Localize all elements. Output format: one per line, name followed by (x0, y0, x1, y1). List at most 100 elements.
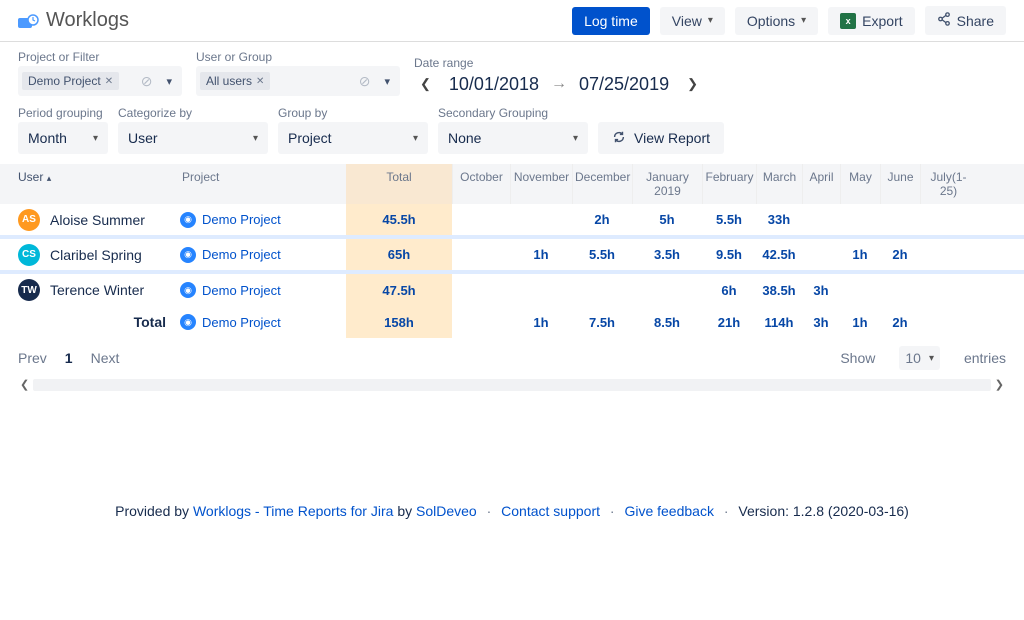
separator-dot: · (610, 503, 615, 519)
date-next-button[interactable]: ❯ (681, 72, 704, 96)
table-row: TWTerence Winter◉Demo Project47.5h6h38.5… (0, 274, 1024, 306)
col-header-month[interactable]: October (452, 164, 510, 204)
chevron-down-icon[interactable]: ▾ (378, 75, 396, 88)
col-header-month[interactable]: December (572, 164, 632, 204)
scroll-right-icon[interactable]: ❯ (993, 378, 1006, 391)
pagination: Prev 1 Next Show 10▾ entries (0, 338, 1024, 378)
chevron-down-icon: ▾ (929, 353, 934, 364)
total-hour-cell: 21h (702, 307, 756, 338)
hour-cell: 6h (702, 275, 756, 306)
total-label: Total (0, 310, 176, 334)
project-icon: ◉ (180, 212, 196, 228)
col-header-month[interactable]: March (756, 164, 802, 204)
app-title: Worklogs (46, 9, 129, 32)
total-hour-cell (452, 307, 510, 338)
col-header-total[interactable]: Total (346, 164, 452, 204)
page-size-select[interactable]: 10▾ (899, 346, 940, 370)
hour-cell (452, 239, 510, 270)
chip-remove-icon[interactable]: ✕ (256, 76, 264, 87)
date-from[interactable]: 10/01/2018 (449, 74, 539, 95)
project-filter-label: Project or Filter (18, 50, 182, 64)
hour-cell (572, 275, 632, 306)
user-filter-label: User or Group (196, 50, 400, 64)
chevron-down-icon[interactable]: ▾ (160, 75, 178, 88)
hour-cell: 5.5h (702, 204, 756, 235)
col-header-month[interactable]: January 2019 (632, 164, 702, 204)
date-prev-button[interactable]: ❮ (414, 72, 437, 96)
col-header-month[interactable]: May (840, 164, 880, 204)
project-cell[interactable]: ◉Demo Project (176, 208, 346, 232)
log-time-button[interactable]: Log time (572, 7, 650, 35)
options-dropdown[interactable]: Options▾ (735, 7, 818, 35)
footer: Provided by Worklogs - Time Reports for … (0, 403, 1024, 539)
separator-dot: · (724, 503, 729, 519)
col-header-project[interactable]: Project (176, 164, 346, 204)
col-header-month[interactable]: February (702, 164, 756, 204)
secondary-label: Secondary Grouping (438, 106, 588, 120)
worklogs-icon (18, 13, 40, 29)
project-cell[interactable]: ◉ Demo Project (176, 243, 346, 267)
project-cell[interactable]: ◉Demo Project (176, 278, 346, 302)
footer-feedback-link[interactable]: Give feedback (624, 503, 714, 519)
col-header-month[interactable]: July(1-25) (920, 164, 976, 204)
total-hour-cell: 114h (756, 307, 802, 338)
project-chip[interactable]: Demo Project✕ (22, 72, 119, 90)
export-button[interactable]: x Export (828, 7, 914, 35)
group-select[interactable]: Project▾ (278, 122, 428, 154)
user-filter[interactable]: All users✕ ⊘ ▾ (196, 66, 400, 96)
clear-icon[interactable]: ⊘ (353, 73, 377, 90)
user-chip[interactable]: All users✕ (200, 72, 270, 90)
col-header-month[interactable]: June (880, 164, 920, 204)
chip-remove-icon[interactable]: ✕ (105, 76, 113, 87)
chevron-down-icon: ▾ (253, 133, 258, 144)
excel-icon: x (840, 13, 856, 29)
horizontal-scrollbar[interactable]: ❮ ❯ (0, 378, 1024, 403)
col-header-month[interactable]: November (510, 164, 572, 204)
scroll-track[interactable] (33, 379, 991, 391)
hour-cell (452, 275, 510, 306)
hour-cell (920, 204, 976, 235)
hour-cell: 1h (510, 239, 572, 270)
hour-cell (802, 204, 840, 235)
export-label: Export (862, 13, 902, 29)
secondary-select[interactable]: None▾ (438, 122, 588, 154)
col-header-month[interactable]: April (802, 164, 840, 204)
view-report-button[interactable]: View Report (598, 122, 724, 154)
hour-cell (880, 275, 920, 306)
next-page[interactable]: Next (91, 350, 120, 366)
total-cells: 1h7.5h8.5h21h114h3h1h2h (452, 307, 976, 338)
clear-icon[interactable]: ⊘ (135, 73, 159, 90)
date-to[interactable]: 07/25/2019 (579, 74, 669, 95)
hour-cell: 5.5h (572, 239, 632, 270)
share-button[interactable]: Share (925, 6, 1006, 35)
hour-cell (802, 239, 840, 270)
table-row: CSClaribel Spring◉Demo Project65h1h5.5h3… (0, 239, 1024, 274)
period-select[interactable]: Month▾ (18, 122, 108, 154)
hour-cell (920, 275, 976, 306)
footer-product-link[interactable]: Worklogs - Time Reports for Jira (193, 503, 393, 519)
view-report-label: View Report (634, 130, 710, 146)
footer-support-link[interactable]: Contact support (501, 503, 600, 519)
report-grid: User ▴ Project Total OctoberNovemberDece… (0, 164, 1024, 338)
project-icon: ◉ (180, 247, 196, 263)
scroll-left-icon[interactable]: ❮ (18, 378, 31, 391)
hour-cell: 3.5h (632, 239, 702, 270)
period-value: Month (28, 130, 67, 146)
view-dropdown[interactable]: View▾ (660, 7, 725, 35)
prev-page[interactable]: Prev (18, 350, 47, 366)
footer-vendor-link[interactable]: SolDeveo (416, 503, 477, 519)
col-header-user[interactable]: User ▴ (0, 164, 176, 204)
months-header: OctoberNovemberDecemberJanuary 2019Febru… (452, 164, 976, 204)
grouping-controls: Period grouping Month▾ Categorize by Use… (0, 100, 1024, 164)
total-project[interactable]: ◉Demo Project (176, 310, 346, 334)
project-filter[interactable]: Demo Project✕ ⊘ ▾ (18, 66, 182, 96)
hour-cell (840, 275, 880, 306)
categorize-select[interactable]: User▾ (118, 122, 268, 154)
total-project-name: Demo Project (202, 315, 281, 330)
arrow-right-icon: → (551, 75, 567, 93)
grand-total: 158h (346, 306, 452, 338)
top-bar: Worklogs Log time View▾ Options▾ x Export… (0, 0, 1024, 42)
total-row: Total ◉Demo Project 158h 1h7.5h8.5h21h11… (0, 306, 1024, 338)
project-name: Demo Project (202, 247, 281, 262)
hour-cell (840, 204, 880, 235)
